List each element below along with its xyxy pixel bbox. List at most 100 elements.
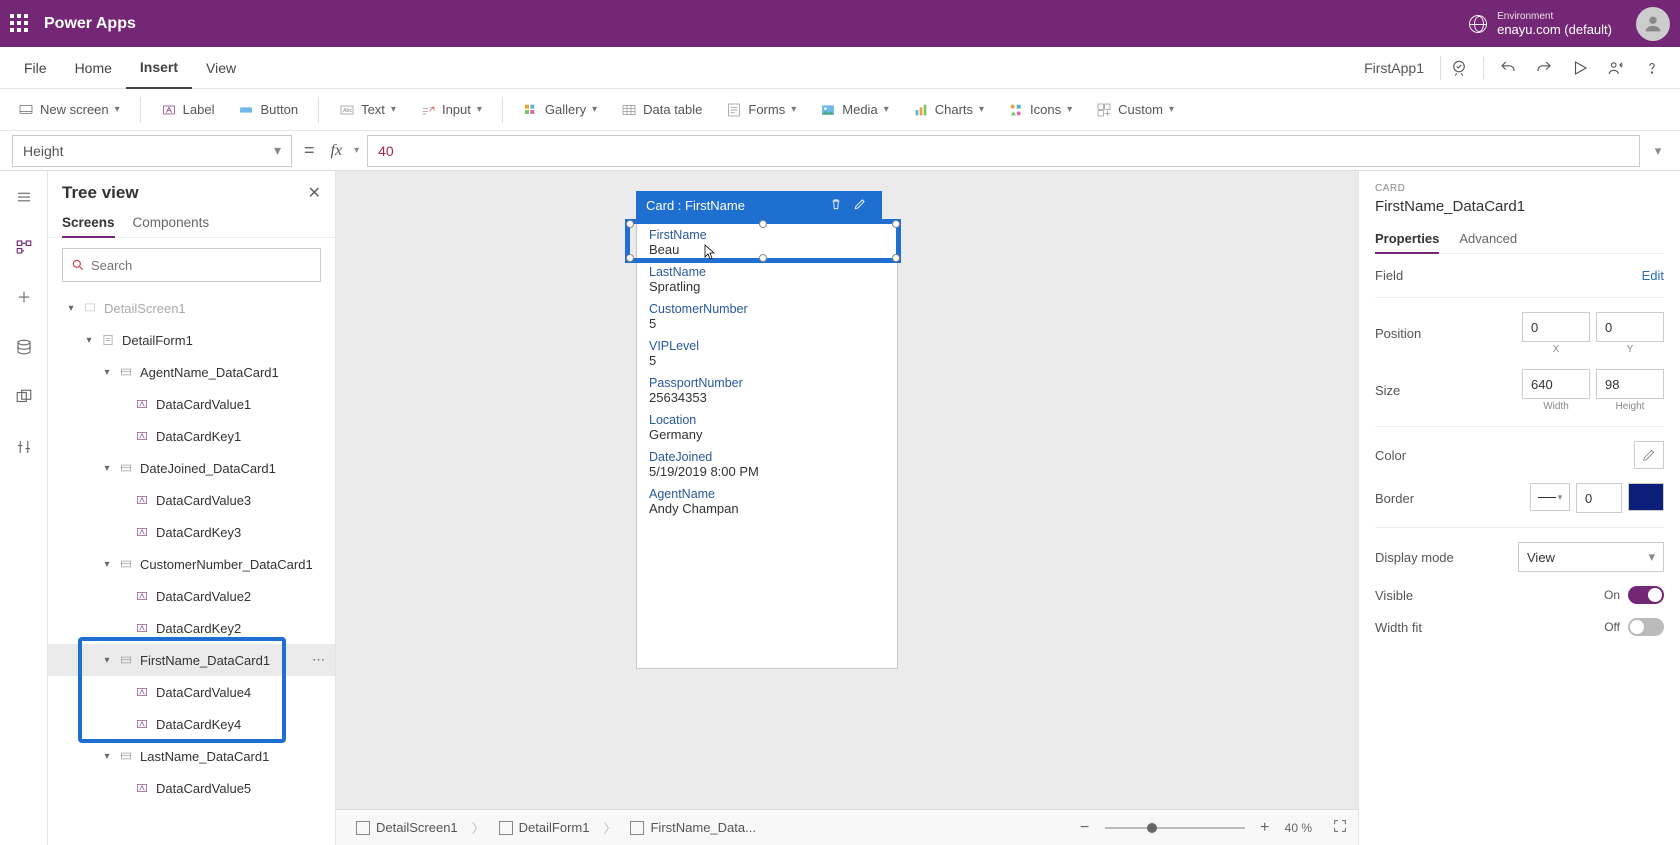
brand-name: Power Apps [44, 15, 136, 33]
visible-toggle[interactable] [1628, 586, 1664, 604]
fx-icon[interactable]: fx [327, 142, 347, 160]
label-button[interactable]: Label [151, 96, 225, 124]
field-lastname[interactable]: LastName Spratling [637, 263, 897, 300]
property-selector[interactable]: Height▾ [12, 135, 292, 167]
zoom-out-button[interactable]: − [1075, 819, 1095, 837]
field-passportnumber[interactable]: PassportNumber 25634353 [637, 374, 897, 411]
tree-node-firstname-card[interactable]: ▾FirstName_DataCard1⋯ [48, 644, 335, 676]
zoom-slider[interactable] [1105, 827, 1245, 829]
tree-search-input[interactable] [91, 258, 312, 273]
tree-node-value[interactable]: DataCardValue1 [48, 388, 335, 420]
field-firstname[interactable]: FirstName Beau [637, 220, 897, 263]
text-button[interactable]: Abc Text▾ [329, 96, 406, 124]
tab-components[interactable]: Components [133, 209, 210, 237]
app-launcher-icon[interactable] [10, 14, 30, 34]
menu-home[interactable]: Home [61, 47, 126, 88]
hamburger-icon[interactable] [8, 181, 40, 213]
widthfit-toggle[interactable] [1628, 618, 1664, 636]
size-height-input[interactable]: 98 [1596, 369, 1664, 399]
tree-node-card[interactable]: ▾LastName_DataCard1 [48, 740, 335, 772]
field-label: Field [1375, 268, 1403, 283]
tree-search[interactable] [62, 248, 321, 282]
border-label: Border [1375, 491, 1414, 506]
ribbon: New screen▾ Label Button Abc Text▾ Input… [0, 89, 1680, 131]
breadcrumb-card[interactable]: FirstName_Data... [620, 816, 765, 839]
new-screen-button[interactable]: New screen▾ [8, 96, 130, 124]
charts-button[interactable]: Charts▾ [903, 96, 994, 124]
tree-node-key[interactable]: DataCardKey3 [48, 516, 335, 548]
app-name[interactable]: FirstApp1 [1348, 56, 1441, 80]
media-button[interactable]: Media▾ [810, 96, 898, 124]
formula-expand-icon[interactable]: ▾ [1648, 143, 1668, 159]
close-icon[interactable]: ✕ [308, 183, 321, 203]
tree-node-value[interactable]: DataCardValue3 [48, 484, 335, 516]
play-icon[interactable] [1562, 50, 1598, 86]
tree-view-icon[interactable] [8, 231, 40, 263]
share-icon[interactable] [1598, 50, 1634, 86]
tree-node-key[interactable]: DataCardKey1 [48, 420, 335, 452]
menu-file[interactable]: File [10, 47, 61, 88]
datatable-button[interactable]: Data table [611, 96, 712, 124]
help-icon[interactable] [1634, 50, 1670, 86]
environment-label: Environment [1497, 11, 1612, 22]
menu-view[interactable]: View [192, 47, 250, 88]
svg-text:Abc: Abc [343, 108, 353, 114]
forms-button[interactable]: Forms▾ [716, 96, 806, 124]
redo-icon[interactable] [1526, 50, 1562, 86]
prop-tab-advanced[interactable]: Advanced [1459, 225, 1517, 253]
position-x-input[interactable]: 0 [1522, 312, 1590, 342]
media-rail-icon[interactable] [8, 381, 40, 413]
size-label: Size [1375, 383, 1400, 398]
display-mode-dropdown[interactable]: View▾ [1518, 542, 1664, 572]
gallery-button[interactable]: Gallery▾ [513, 96, 607, 124]
prop-tab-properties[interactable]: Properties [1375, 225, 1439, 254]
app-checker-icon[interactable] [1441, 50, 1477, 86]
field-location[interactable]: Location Germany [637, 411, 897, 448]
delete-icon[interactable] [824, 197, 848, 214]
edit-field-link[interactable]: Edit [1642, 268, 1664, 283]
field-datejoined[interactable]: DateJoined 5/19/2019 8:00 PM [637, 448, 897, 485]
zoom-in-button[interactable]: + [1255, 819, 1275, 837]
advanced-tools-icon[interactable] [8, 431, 40, 463]
charts-icon [913, 102, 929, 118]
tree-node-value[interactable]: DataCardValue2 [48, 580, 335, 612]
field-viplevel[interactable]: VIPLevel 5 [637, 337, 897, 374]
data-icon[interactable] [8, 331, 40, 363]
tree-node-key[interactable]: DataCardKey2 [48, 612, 335, 644]
position-y-input[interactable]: 0 [1596, 312, 1664, 342]
tree-node-card[interactable]: ▾CustomerNumber_DataCard1 [48, 548, 335, 580]
input-button[interactable]: Input▾ [410, 96, 492, 124]
add-icon[interactable] [8, 281, 40, 313]
border-width-input[interactable]: 0 [1576, 483, 1622, 513]
menu-insert[interactable]: Insert [126, 48, 192, 89]
tab-screens[interactable]: Screens [62, 209, 115, 238]
fit-screen-icon[interactable] [1332, 818, 1348, 837]
tree-node-form[interactable]: ▾DetailForm1 [48, 324, 335, 356]
breadcrumb-form[interactable]: DetailForm1 [489, 816, 600, 839]
main-area: Tree view ✕ Screens Components ▾DetailSc… [0, 171, 1680, 845]
breadcrumb-screen[interactable]: DetailScreen1 [346, 816, 468, 839]
size-width-input[interactable]: 640 [1522, 369, 1590, 399]
color-picker[interactable] [1634, 441, 1664, 469]
tree-node-value[interactable]: DataCardValue5 [48, 772, 335, 804]
tree-node-key[interactable]: DataCardKey4 [48, 708, 335, 740]
tree-node-screen[interactable]: ▾DetailScreen1 [48, 292, 335, 324]
tree-node-card[interactable]: ▾AgentName_DataCard1 [48, 356, 335, 388]
button-button[interactable]: Button [228, 96, 308, 124]
tree-node-card[interactable]: ▾DateJoined_DataCard1 [48, 452, 335, 484]
form-preview[interactable]: FirstName Beau LastName Spratling Custom… [636, 219, 898, 669]
custom-button[interactable]: Custom▾ [1086, 96, 1184, 124]
border-style-dropdown[interactable]: ▾ [1530, 483, 1570, 511]
search-icon [71, 258, 85, 272]
field-customernumber[interactable]: CustomerNumber 5 [637, 300, 897, 337]
tree-node-value[interactable]: DataCardValue4 [48, 676, 335, 708]
edit-icon[interactable] [848, 197, 872, 214]
border-color-swatch[interactable] [1628, 483, 1664, 511]
more-icon[interactable]: ⋯ [312, 652, 325, 668]
environment-block[interactable]: Environment enayu.com (default) [1469, 11, 1612, 37]
icons-button[interactable]: Icons▾ [998, 96, 1082, 124]
user-avatar[interactable] [1636, 7, 1670, 41]
undo-icon[interactable] [1490, 50, 1526, 86]
field-agentname[interactable]: AgentName Andy Champan [637, 485, 897, 522]
formula-input[interactable]: 40 [367, 135, 1640, 167]
